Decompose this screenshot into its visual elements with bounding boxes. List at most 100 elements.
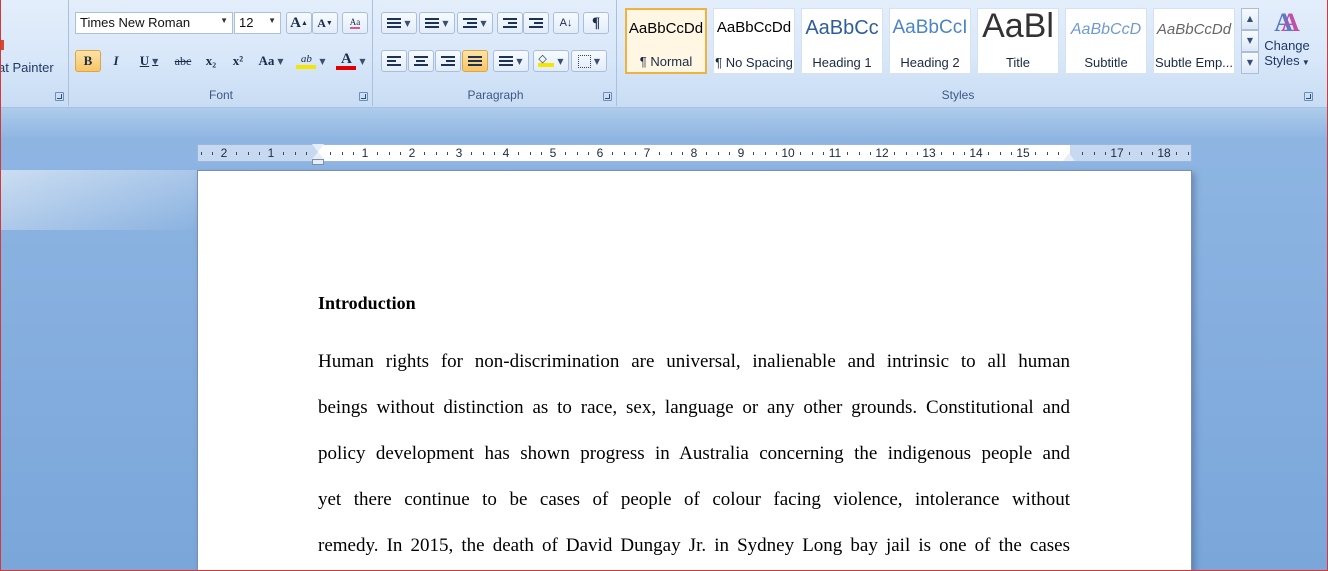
style-no-spacing[interactable]: AaBbCcDd ¶ No Spacing <box>713 8 795 74</box>
ruler-tick <box>541 152 543 155</box>
line-spacing-icon <box>499 54 514 68</box>
ruler-tick <box>200 152 202 155</box>
paragraph-line[interactable]: policy development has shown progress in… <box>318 433 1070 479</box>
left-indent-marker[interactable] <box>312 159 324 165</box>
style-normal[interactable]: AaBbCcDd ¶ Normal <box>625 8 707 74</box>
style-subtitle[interactable]: AaBbCcD Subtitle <box>1065 8 1147 74</box>
decrease-indent-icon <box>503 16 517 30</box>
grow-font-button[interactable]: A ▲ <box>286 12 312 34</box>
styles-launcher-icon[interactable] <box>1304 92 1313 101</box>
clear-formatting-button[interactable]: Aa <box>342 12 368 34</box>
grow-font-icon: A <box>290 14 301 31</box>
align-left-button[interactable] <box>381 50 407 72</box>
highlight-color-bar <box>296 64 317 69</box>
ruler-tick <box>964 152 966 155</box>
workspace-sheen <box>1 170 201 230</box>
font-size-dropdown-icon[interactable]: ▼ <box>268 16 276 25</box>
gallery-up-icon[interactable]: ▲ <box>1241 8 1259 30</box>
ruler-number: 9 <box>737 146 745 160</box>
superscript-button[interactable]: x² <box>225 50 251 72</box>
ruler-number: 17 <box>1110 146 1124 160</box>
format-painter-button[interactable]: at Painter <box>1 56 67 78</box>
ruler-tick <box>682 152 684 155</box>
font-name-combo[interactable]: Times New Roman ▼ <box>75 12 233 34</box>
highlight-button[interactable]: ab ▼ <box>291 50 331 72</box>
first-line-indent-marker[interactable] <box>312 144 324 152</box>
ruler-tick <box>353 152 355 155</box>
paragraph-launcher-icon[interactable] <box>603 92 612 101</box>
style-no-spacing-name: ¶ No Spacing <box>715 55 793 70</box>
strikethrough-icon: abc <box>174 53 192 68</box>
sort-button[interactable]: A↓ <box>553 12 579 34</box>
bold-button[interactable]: B <box>75 50 101 72</box>
ruler-tick <box>306 152 308 155</box>
clear-formatting-icon: Aa <box>349 17 361 29</box>
change-styles-button[interactable]: AA Change Styles ▼ <box>1261 8 1313 84</box>
document-page[interactable]: Introduction Human rights for non-discri… <box>197 170 1192 570</box>
ruler-tick <box>247 152 249 155</box>
horizontal-ruler[interactable]: 2 1 1 2 3 4 5 6 7 8 9 10 11 12 13 14 15 17 18 <box>197 144 1192 162</box>
gallery-down-icon[interactable]: ▼ <box>1241 30 1259 52</box>
ruler-tick <box>870 152 872 155</box>
right-indent-marker[interactable] <box>1063 153 1075 161</box>
strikethrough-button[interactable]: abc <box>170 50 196 72</box>
paragraph-line[interactable]: remedy. In 2015, the death of David Dung… <box>318 525 1070 570</box>
style-title[interactable]: AaBl Title <box>977 8 1059 74</box>
ruler-tick <box>294 152 296 155</box>
document-heading[interactable]: Introduction <box>318 293 416 314</box>
align-center-button[interactable] <box>408 50 434 72</box>
hanging-indent-marker[interactable] <box>312 152 324 159</box>
style-normal-name: ¶ Normal <box>639 54 693 69</box>
paragraph-line[interactable]: yet there continue to be cases of people… <box>318 479 1070 525</box>
ruler-tick <box>282 152 284 155</box>
bullets-button[interactable]: ▼ <box>381 12 417 34</box>
ruler-tick <box>494 152 496 155</box>
change-case-icon: Aa <box>258 53 275 68</box>
ruler-number: 1 <box>361 146 369 160</box>
font-color-button[interactable]: A ▼ <box>333 50 369 72</box>
ruler-tick <box>329 152 331 155</box>
clipboard-launcher-icon[interactable] <box>55 92 64 101</box>
font-group: Times New Roman ▼ 12 ▼ A ▲ A ▼ Aa B I U … <box>70 0 373 106</box>
style-title-sample: AaBl <box>982 8 1054 45</box>
paragraph-group-label: Paragraph <box>467 88 524 102</box>
font-size-combo[interactable]: 12 ▼ <box>234 12 281 34</box>
format-painter-icon[interactable] <box>1 40 9 50</box>
ruler-tick <box>576 152 578 155</box>
styles-group-label: Styles <box>941 88 975 102</box>
ruler-tick <box>341 152 343 155</box>
font-launcher-icon[interactable] <box>359 92 368 101</box>
document-paragraph[interactable]: Human rights for non-discrimination are … <box>318 341 1070 570</box>
paragraph-line[interactable]: beings without distinction as to race, s… <box>318 387 1070 433</box>
ruler-number: 3 <box>455 146 463 160</box>
ruler-tick <box>235 152 237 155</box>
shading-button[interactable]: ◇ ▼ <box>533 50 569 72</box>
ruler-tick <box>423 152 425 155</box>
font-color-icon: A <box>341 50 352 67</box>
subscript-button[interactable]: x₂ <box>198 50 224 72</box>
show-formatting-button[interactable]: ¶ <box>583 12 609 34</box>
style-subtle-emphasis[interactable]: AaBbCcDd Subtle Emp... <box>1153 8 1235 74</box>
decrease-indent-button[interactable] <box>497 12 523 34</box>
paragraph-line[interactable]: Human rights for non-discrimination are … <box>318 341 1070 387</box>
align-right-button[interactable] <box>435 50 461 72</box>
ruler-tick <box>517 152 519 155</box>
underline-button[interactable]: U ▼ <box>130 50 168 72</box>
ruler-number: 6 <box>596 146 604 160</box>
line-spacing-button[interactable]: ▼ <box>493 50 529 72</box>
italic-button[interactable]: I <box>103 50 129 72</box>
multilevel-list-button[interactable]: ▼ <box>457 12 493 34</box>
ruler-tick <box>1093 152 1095 155</box>
borders-button[interactable]: ▼ <box>571 50 607 72</box>
style-heading-1-name: Heading 1 <box>812 55 872 70</box>
shrink-font-button[interactable]: A ▼ <box>312 12 338 34</box>
ruler-tick <box>470 152 472 155</box>
justify-button[interactable] <box>462 50 488 72</box>
numbering-button[interactable]: ▼ <box>419 12 455 34</box>
change-case-button[interactable]: Aa ▼ <box>253 50 289 72</box>
style-heading-1[interactable]: AaBbCc Heading 1 <box>801 8 883 74</box>
increase-indent-button[interactable] <box>523 12 549 34</box>
gallery-more-icon[interactable]: ▼ <box>1241 52 1259 74</box>
style-heading-2[interactable]: AaBbCcI Heading 2 <box>889 8 971 74</box>
font-name-dropdown-icon[interactable]: ▼ <box>220 16 228 25</box>
